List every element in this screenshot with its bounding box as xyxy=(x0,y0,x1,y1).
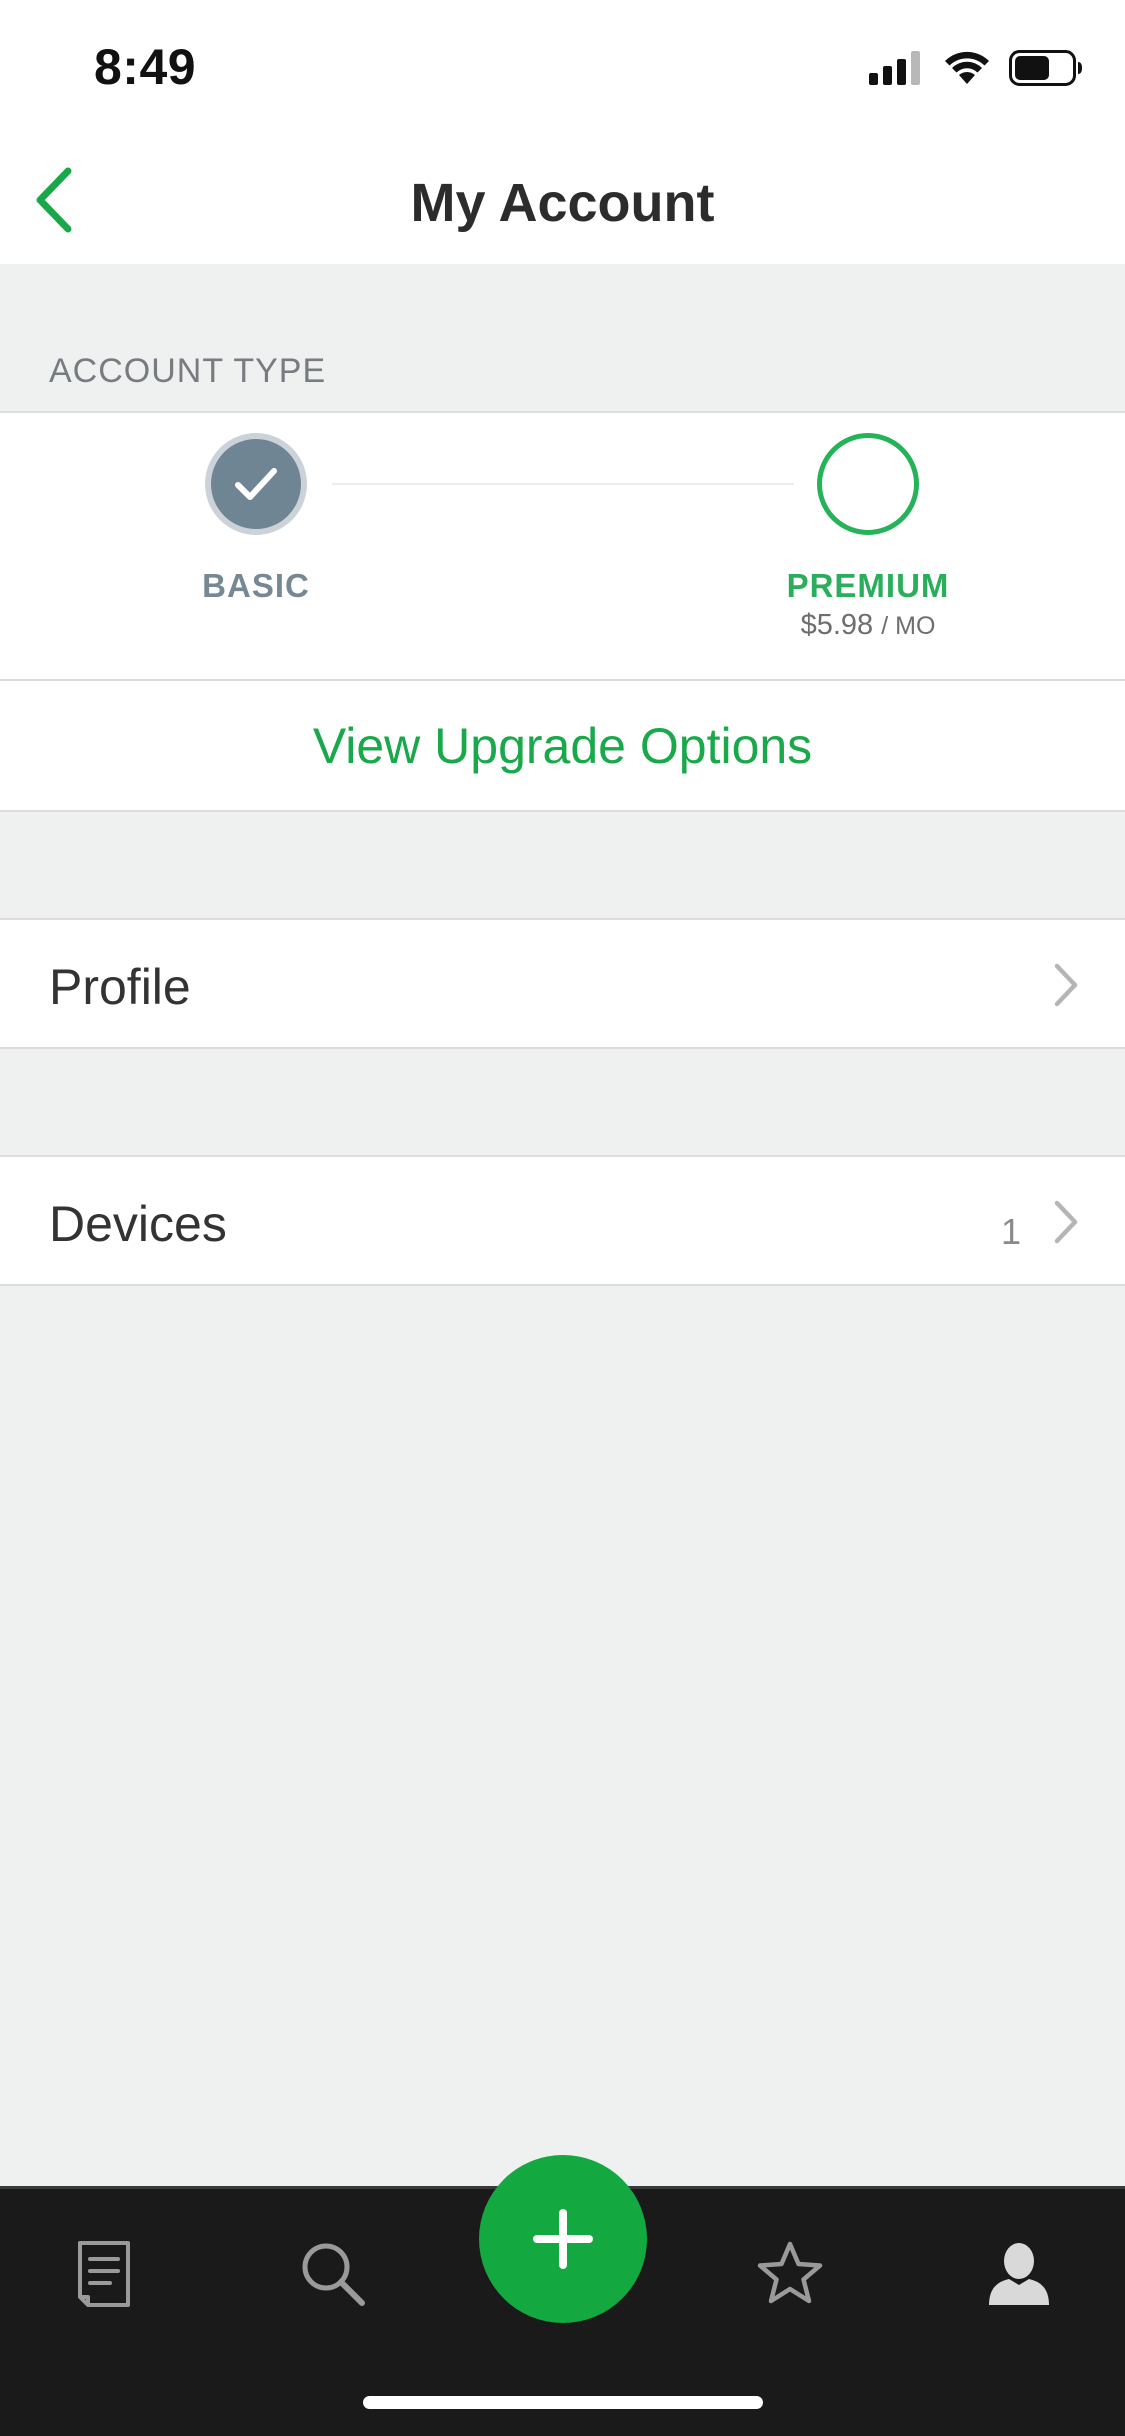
devices-count: 1 xyxy=(1000,1211,1021,1252)
wifi-icon xyxy=(945,51,989,84)
add-button[interactable] xyxy=(479,2155,647,2323)
chevron-right-icon xyxy=(1054,963,1078,1007)
star-icon xyxy=(757,2241,823,2304)
view-upgrade-options-label: View Upgrade Options xyxy=(312,717,813,774)
account-icon xyxy=(989,2243,1049,2305)
navigation-bar: My Account xyxy=(0,136,1125,264)
account-type-card: BASIC PREMIUM $5.98 / MO xyxy=(0,411,1125,681)
tab-notes[interactable] xyxy=(59,2229,149,2319)
view-upgrade-options-button[interactable]: View Upgrade Options xyxy=(0,681,1125,812)
page-title: My Account xyxy=(410,173,715,233)
notes-icon xyxy=(78,2241,130,2307)
tab-favorites[interactable] xyxy=(745,2229,835,2319)
home-indicator xyxy=(363,2396,763,2409)
tier-connector-line xyxy=(332,483,794,485)
premium-price-amount: $5.98 xyxy=(800,609,874,641)
devices-label: Devices xyxy=(49,1196,227,1252)
plus-icon xyxy=(533,2209,593,2269)
profile-label: Profile xyxy=(49,959,191,1015)
basic-tier-selected-indicator[interactable] xyxy=(205,433,307,535)
premium-tier-label: PREMIUM xyxy=(786,567,950,604)
battery-icon xyxy=(1009,50,1082,86)
status-time: 8:49 xyxy=(94,39,197,95)
premium-price-period: / MO xyxy=(881,612,936,640)
cellular-signal-icon xyxy=(869,51,920,85)
basic-tier-label: BASIC xyxy=(202,567,310,604)
status-bar: 8:49 xyxy=(0,0,1125,136)
premium-tier-price: $5.98 / MO xyxy=(760,609,976,642)
my-account-screen: 8:49 My Account ACCOUNT TYPE BASIC PREMI… xyxy=(0,0,1125,2436)
checkmark-icon xyxy=(235,468,277,500)
status-icons xyxy=(869,48,1083,88)
premium-tier-indicator[interactable] xyxy=(817,433,919,535)
tab-account[interactable] xyxy=(974,2229,1064,2319)
chevron-right-icon xyxy=(1054,1200,1078,1244)
profile-row[interactable]: Profile xyxy=(0,918,1125,1049)
tab-search[interactable] xyxy=(288,2229,378,2319)
devices-row[interactable]: Devices 1 xyxy=(0,1155,1125,1286)
account-type-header: ACCOUNT TYPE xyxy=(49,352,327,390)
search-icon xyxy=(302,2243,365,2306)
